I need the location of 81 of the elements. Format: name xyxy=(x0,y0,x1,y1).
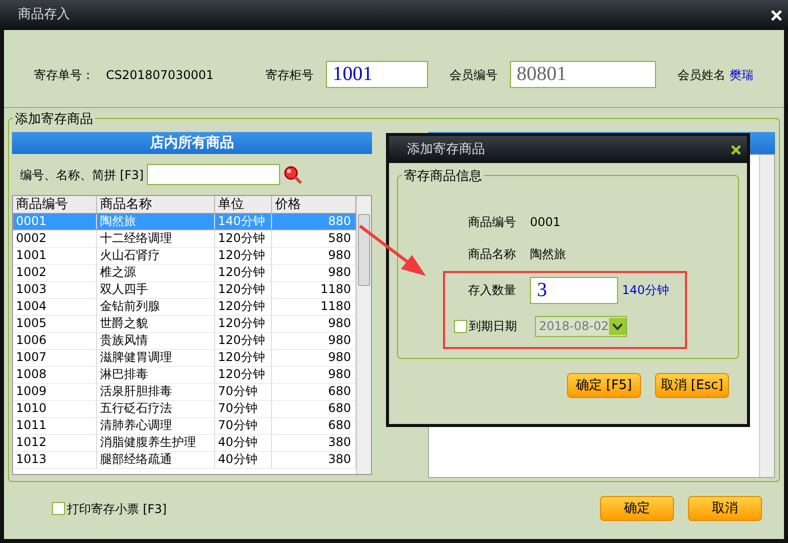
table-cell: 0002 xyxy=(13,230,97,248)
table-cell: 140分钟 xyxy=(215,213,272,231)
table-cell: 贵族风情 xyxy=(97,332,215,350)
table-cell: 1010 xyxy=(13,400,97,418)
table-cell: 双人四手 xyxy=(97,281,215,299)
table-cell: 120分钟 xyxy=(215,264,272,282)
dialog-title: 添加寄存商品 xyxy=(407,140,485,159)
field-label: 商品编号 xyxy=(468,214,516,231)
table-cell: 40分钟 xyxy=(215,434,272,452)
table-cell: 1009 xyxy=(13,383,97,401)
print-checkbox[interactable]: 打印寄存小票 [F3] xyxy=(52,500,167,518)
date-value: 2018-08-02 xyxy=(539,318,609,335)
field-value: 陶然旅 xyxy=(530,246,566,263)
table-cell: 120分钟 xyxy=(215,315,272,333)
dialog-button[interactable]: 取消 xyxy=(688,496,762,521)
table-cell: 1007 xyxy=(13,349,97,367)
table-cell: 120分钟 xyxy=(215,281,272,299)
table-cell: 120分钟 xyxy=(215,366,272,384)
dialog-button[interactable]: 取消 [Esc] xyxy=(655,373,729,398)
member-name: 樊瑞 xyxy=(730,66,754,84)
field-label: 会员编号 xyxy=(450,66,498,84)
search-field[interactable] xyxy=(146,164,280,185)
field-label: 存入数量 xyxy=(468,282,516,299)
table-cell: 120分钟 xyxy=(215,247,272,265)
search-label: 编号、名称、简拼 [F3] xyxy=(20,166,144,184)
order-number: CS201807030001 xyxy=(106,66,214,84)
locker-field[interactable]: 1001 xyxy=(326,61,428,88)
table-cell: 0001 xyxy=(13,213,97,231)
table-cell: 椎之源 xyxy=(97,264,215,282)
table-cell: 1012 xyxy=(13,434,97,452)
field-label: 商品名称 xyxy=(468,246,516,263)
column-header[interactable]: 商品编号 xyxy=(13,196,97,213)
table-cell: 1013 xyxy=(13,451,97,469)
window-title: 商品存入 xyxy=(18,6,70,24)
table-cell: 1011 xyxy=(13,417,97,435)
table-cell: 120分钟 xyxy=(215,298,272,316)
dropdown-icon[interactable] xyxy=(609,318,626,334)
table-cell: 40分钟 xyxy=(215,451,272,469)
table-cell: 1008 xyxy=(13,366,97,384)
table-cell: 消脂健腹养生护理 xyxy=(97,434,215,452)
table-cell: 1005 xyxy=(13,315,97,333)
table-cell: 120分钟 xyxy=(215,332,272,350)
table-cell: 1006 xyxy=(13,332,97,350)
table-cell: 120分钟 xyxy=(215,349,272,367)
arrow xyxy=(359,224,426,276)
table-cell: 清肺养心调理 xyxy=(97,417,215,435)
table-cell: 金钻前列腺 xyxy=(97,298,215,316)
table-cell: 五行砭石疗法 xyxy=(97,400,215,418)
close-icon[interactable] xyxy=(731,144,741,154)
member-field[interactable]: 80801 xyxy=(510,61,656,88)
table-cell: 1004 xyxy=(13,298,97,316)
field-label: 会员姓名 xyxy=(678,66,726,84)
table-cell: 70分钟 xyxy=(215,400,272,418)
expiry-checkbox[interactable]: 到期日期 xyxy=(454,317,517,335)
table-cell: 滋脾健胃调理 xyxy=(97,349,215,367)
search-icon[interactable] xyxy=(282,164,303,184)
field-value: 0001 xyxy=(530,214,561,231)
unit-label: 140分钟 xyxy=(622,282,669,299)
field-label: 寄存柜号 xyxy=(266,66,314,84)
table-cell: 120分钟 xyxy=(215,230,272,248)
table-cell: 十二经络调理 xyxy=(97,230,215,248)
table-cell: 1003 xyxy=(13,281,97,299)
quantity-field[interactable]: 3 xyxy=(530,276,618,304)
table-cell: 淋巴排毒 xyxy=(97,366,215,384)
table-cell: 腿部经络疏通 xyxy=(97,451,215,469)
column-header[interactable]: 商品名称 xyxy=(97,196,215,213)
table-cell: 70分钟 xyxy=(215,383,272,401)
table-cell: 世爵之貌 xyxy=(97,315,215,333)
scrollbar[interactable] xyxy=(356,196,371,474)
table-cell: 活泉肝胆排毒 xyxy=(97,383,215,401)
table-cell: 70分钟 xyxy=(215,417,272,435)
table-cell: 火山石肾疗 xyxy=(97,247,215,265)
dialog-button[interactable]: 确定 [F5] xyxy=(567,373,641,398)
field-label: 寄存单号： xyxy=(34,66,94,84)
table-cell: 1001 xyxy=(13,247,97,265)
column-header[interactable]: 单位 xyxy=(215,196,272,213)
panel-header: 店内所有商品 xyxy=(12,132,372,154)
table-cell: 陶然旅 xyxy=(97,213,215,231)
dialog-button[interactable]: 确定 xyxy=(600,496,674,521)
table-cell: 1002 xyxy=(13,264,97,282)
column-header[interactable]: 价格 xyxy=(272,196,356,213)
